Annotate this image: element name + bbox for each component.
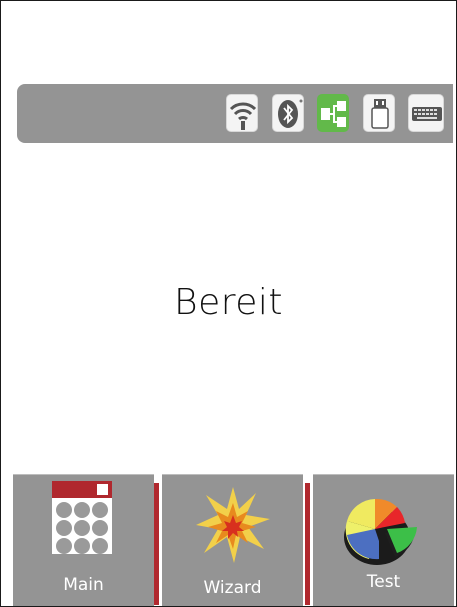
bluetooth-icon <box>272 94 304 132</box>
wifi-icon <box>226 94 258 132</box>
wizard-icon <box>194 485 272 569</box>
main-menu-icon <box>51 480 113 560</box>
usb-icon <box>363 94 395 132</box>
main-menu-button[interactable]: Main <box>13 474 154 606</box>
pie-chart-icon <box>339 489 425 573</box>
keyboard-icon <box>408 94 444 132</box>
wizard-label: Wizard <box>203 578 262 598</box>
nav-separator <box>154 483 159 605</box>
ethernet-icon <box>317 94 349 132</box>
test-button[interactable]: Test <box>313 474 454 606</box>
main-menu-label: Main <box>63 575 104 595</box>
wizard-button[interactable]: Wizard <box>162 474 303 606</box>
test-label: Test <box>366 572 401 592</box>
nav-separator <box>305 483 310 605</box>
printer-status-text: Bereit <box>174 282 283 323</box>
